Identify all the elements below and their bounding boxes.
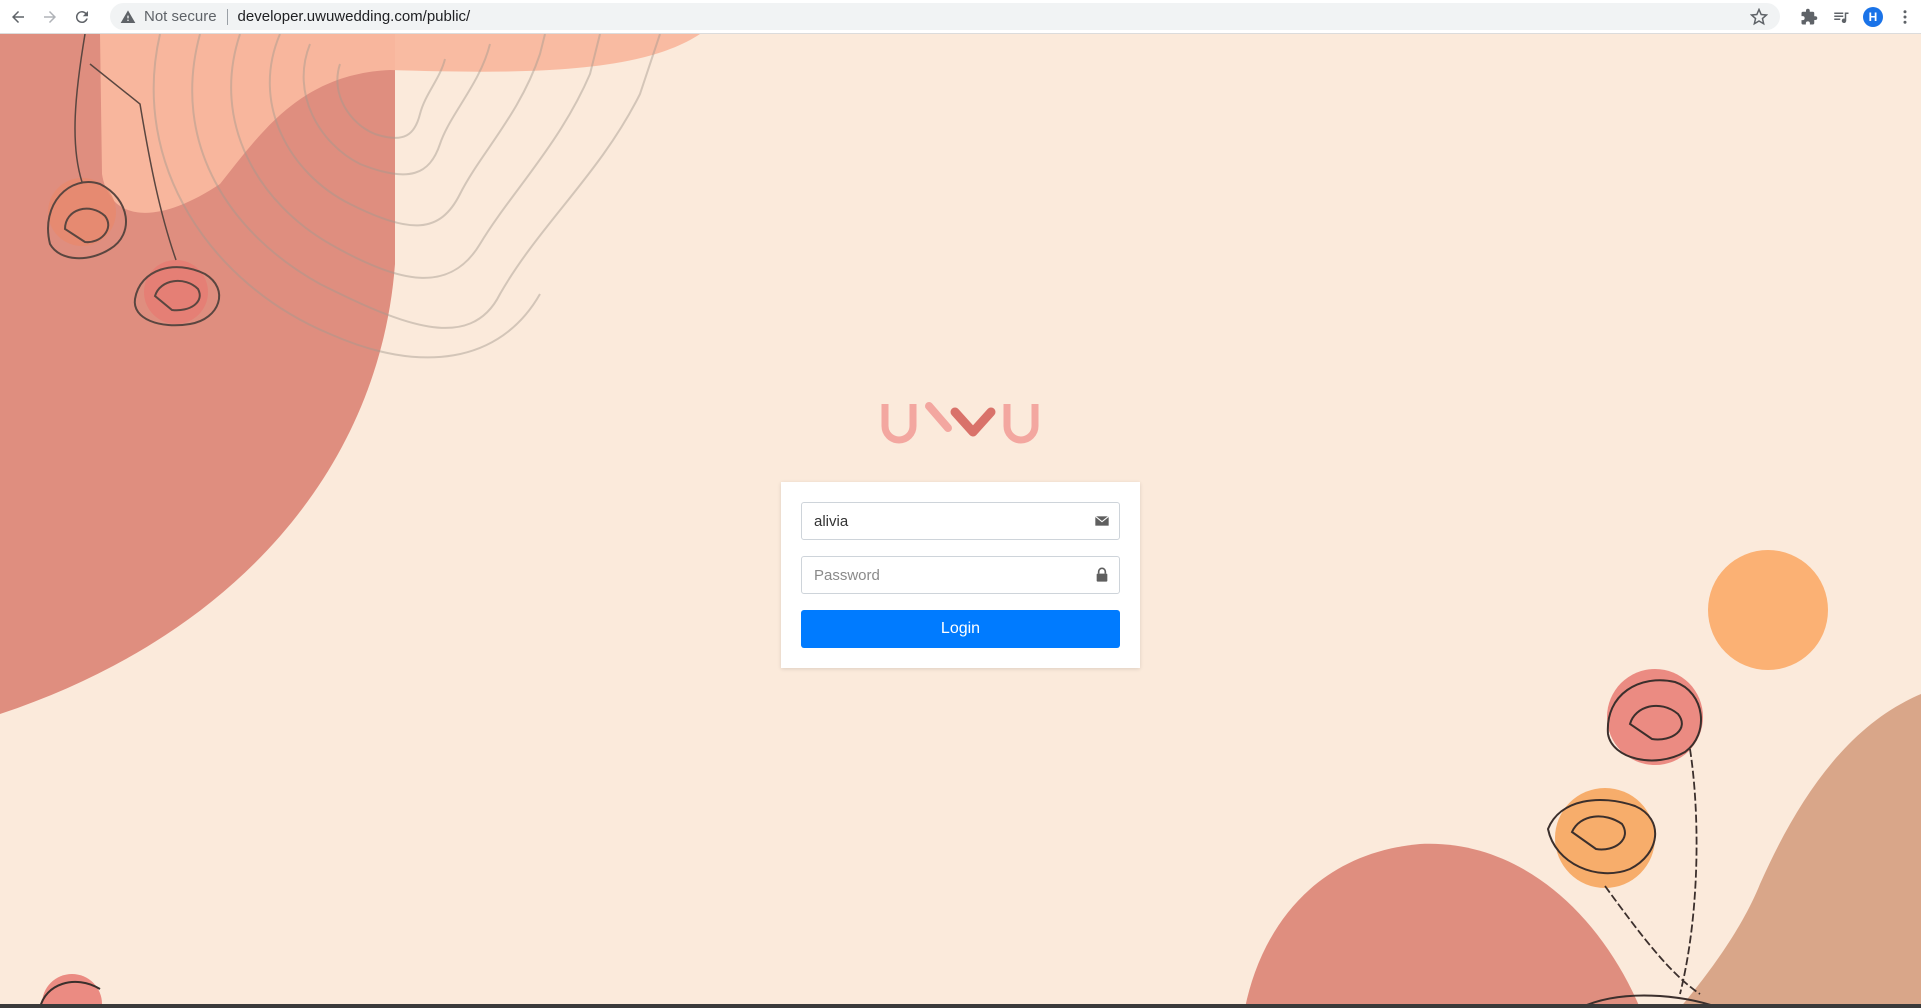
login-card: Login bbox=[781, 482, 1140, 668]
avatar: H bbox=[1863, 7, 1883, 27]
forward-button[interactable] bbox=[36, 3, 64, 31]
arrow-left-icon bbox=[12, 10, 24, 23]
username-input[interactable] bbox=[802, 503, 1085, 539]
warning-icon bbox=[120, 9, 136, 23]
star-icon[interactable] bbox=[1750, 8, 1768, 26]
login-page: Login bbox=[0, 34, 1921, 1008]
omnibox-divider bbox=[226, 8, 228, 25]
password-field bbox=[801, 556, 1120, 594]
password-input[interactable] bbox=[802, 557, 1085, 593]
username-field bbox=[801, 502, 1120, 540]
reload-icon bbox=[75, 10, 88, 23]
puzzle-icon bbox=[1801, 8, 1818, 25]
reading-list-icon bbox=[1834, 12, 1849, 24]
reading-list-button[interactable] bbox=[1827, 3, 1855, 31]
uwu-logo bbox=[881, 402, 1039, 444]
kebab-menu-icon bbox=[1903, 10, 1907, 24]
extensions-button[interactable] bbox=[1795, 3, 1823, 31]
envelope-icon bbox=[1085, 513, 1119, 529]
back-button[interactable] bbox=[4, 3, 32, 31]
profile-button[interactable]: H bbox=[1859, 3, 1887, 31]
menu-button[interactable] bbox=[1891, 3, 1919, 31]
bottom-edge bbox=[0, 1004, 1921, 1008]
url-text[interactable]: developer.uwuwedding.com/public/ bbox=[238, 8, 471, 25]
lock-icon bbox=[1085, 567, 1119, 583]
reload-button[interactable] bbox=[68, 3, 96, 31]
security-label[interactable]: Not secure bbox=[144, 8, 217, 25]
arrow-right-icon bbox=[44, 10, 56, 23]
login-button[interactable]: Login bbox=[801, 610, 1120, 648]
browser-toolbar: Not secure developer.uwuwedding.com/publ… bbox=[0, 0, 1921, 34]
address-bar[interactable]: Not secure developer.uwuwedding.com/publ… bbox=[110, 3, 1780, 30]
